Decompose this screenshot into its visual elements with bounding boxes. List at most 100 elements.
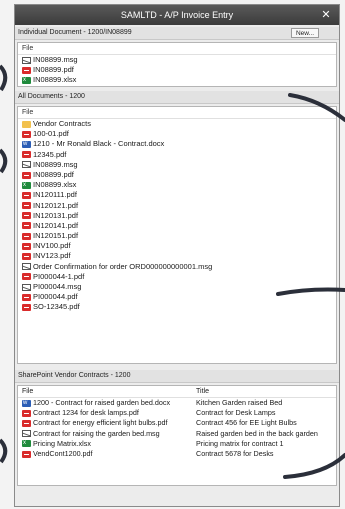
file-name: IN120151.pdf bbox=[33, 231, 79, 241]
title-bar[interactable]: SAMLTD - A/P Invoice Entry ✕ bbox=[15, 5, 339, 25]
pdf-file-icon bbox=[22, 450, 31, 458]
file-row[interactable]: PI000044-1.pdf bbox=[18, 272, 336, 282]
file-row[interactable]: IN08899.msg bbox=[18, 160, 336, 170]
file-name: IN120131.pdf bbox=[33, 210, 79, 220]
all-documents-title: All Documents - 1200 bbox=[18, 93, 85, 100]
sharepoint-title-cell: Pricing matrix for contract 1 bbox=[196, 438, 284, 448]
file-row[interactable]: IN08899.xlsx bbox=[18, 180, 336, 190]
xlsx-file-icon bbox=[22, 180, 31, 190]
file-row[interactable]: 100-01.pdf bbox=[18, 129, 336, 139]
file-row[interactable]: PI000044.pdf bbox=[18, 292, 336, 302]
all-documents-list: File Vendor Contracts100-01.pdf1210 - Mr… bbox=[17, 106, 337, 364]
sharepoint-rows: 1200 - Contract for raised garden bed.do… bbox=[18, 398, 336, 459]
file-row[interactable]: IN120141.pdf bbox=[18, 221, 336, 231]
sharepoint-title-cell: Contract for Desk Lamps bbox=[196, 408, 276, 418]
pdf-file-icon bbox=[22, 293, 31, 301]
file-name: IN08899.pdf bbox=[33, 169, 74, 179]
file-name: INV123.pdf bbox=[33, 251, 71, 261]
pdf-file-icon bbox=[22, 191, 31, 199]
file-name: SO-12345.pdf bbox=[33, 302, 80, 312]
sharepoint-title-column-header[interactable]: Title bbox=[196, 386, 209, 397]
xlsx-file-icon bbox=[22, 75, 31, 85]
file-name: INV100.pdf bbox=[33, 241, 71, 251]
sharepoint-title-cell: Raised garden bed in the back garden bbox=[196, 428, 318, 438]
pdf-file-icon bbox=[22, 303, 31, 311]
file-row[interactable]: IN120121.pdf bbox=[18, 201, 336, 211]
pdf-file-icon bbox=[22, 409, 31, 417]
file-name: IN08899.xlsx bbox=[33, 75, 77, 85]
all-documents-header: All Documents - 1200 bbox=[15, 91, 339, 104]
file-name: 100-01.pdf bbox=[33, 129, 69, 139]
file-row[interactable]: PI000044.msg bbox=[18, 282, 336, 292]
pdf-file-icon bbox=[22, 151, 31, 159]
pdf-file-icon bbox=[22, 242, 31, 250]
msg-file-icon bbox=[22, 56, 31, 64]
sharepoint-file-cell: Contract for raising the garden bed.msg bbox=[18, 429, 196, 439]
individual-document-title: Individual Document - 1200/IN08899 bbox=[18, 29, 132, 36]
xlsx-file-icon bbox=[22, 439, 31, 449]
sharepoint-title: SharePoint Vendor Contracts - 1200 bbox=[18, 372, 131, 379]
sharepoint-file-cell: VendCont1200.pdf bbox=[18, 449, 196, 459]
file-name: Order Confirmation for order ORD00000000… bbox=[33, 261, 213, 271]
file-name: Vendor Contracts bbox=[33, 119, 91, 128]
file-row[interactable]: INV123.pdf bbox=[18, 251, 336, 261]
file-name: Contract for raising the garden bed.msg bbox=[33, 428, 160, 438]
pdf-file-icon bbox=[22, 66, 31, 74]
file-row[interactable]: IN08899.pdf bbox=[18, 170, 336, 180]
msg-file-icon bbox=[22, 263, 31, 271]
folder-file-icon bbox=[22, 120, 31, 128]
all-documents-rows: Vendor Contracts100-01.pdf1210 - Mr Rona… bbox=[18, 119, 336, 313]
new-button[interactable]: New... bbox=[291, 28, 319, 38]
file-name: Contract 1234 for desk lamps.pdf bbox=[33, 408, 139, 418]
pdf-file-icon bbox=[22, 130, 31, 138]
sharepoint-list: File Title 1200 - Contract for raised ga… bbox=[17, 385, 337, 486]
close-icon[interactable]: ✕ bbox=[319, 8, 333, 22]
file-name: IN08899.msg bbox=[33, 159, 78, 169]
msg-file-icon bbox=[22, 430, 31, 438]
individual-file-column-header[interactable]: File bbox=[18, 43, 336, 55]
sharepoint-title-cell: Contract 5678 for Desks bbox=[196, 448, 274, 458]
individual-document-list: File IN08899.msgIN08899.pdfIN08899.xlsx bbox=[17, 42, 337, 87]
msg-file-icon bbox=[22, 161, 31, 169]
left-arrow-mark-1 bbox=[0, 64, 8, 92]
sharepoint-row[interactable]: Pricing Matrix.xlsx Pricing matrix for co… bbox=[18, 439, 336, 449]
file-row[interactable]: IN08899.xlsx bbox=[18, 75, 336, 85]
sharepoint-row[interactable]: 1200 - Contract for raised garden bed.do… bbox=[18, 398, 336, 408]
file-row[interactable]: 1210 - Mr Ronald Black - Contract.docx bbox=[18, 139, 336, 149]
sharepoint-header: SharePoint Vendor Contracts - 1200 bbox=[15, 370, 339, 383]
sharepoint-title-cell: Contract 456 for EE Light Bulbs bbox=[196, 418, 297, 428]
file-name: Pricing Matrix.xlsx bbox=[33, 438, 91, 448]
pdf-file-icon bbox=[22, 419, 31, 427]
sharepoint-file-cell: 1200 - Contract for raised garden bed.do… bbox=[18, 398, 196, 408]
pdf-file-icon bbox=[22, 253, 31, 261]
docx-file-icon bbox=[22, 398, 31, 408]
file-row[interactable]: Vendor Contracts bbox=[18, 119, 336, 129]
file-row[interactable]: SO-12345.pdf bbox=[18, 302, 336, 312]
file-name: 1210 - Mr Ronald Black - Contract.docx bbox=[33, 139, 165, 149]
file-row[interactable]: IN120131.pdf bbox=[18, 211, 336, 221]
sharepoint-row[interactable]: Contract 1234 for desk lamps.pdf Contract… bbox=[18, 408, 336, 418]
file-row[interactable]: 12345.pdf bbox=[18, 150, 336, 160]
file-row[interactable]: IN120151.pdf bbox=[18, 231, 336, 241]
file-row[interactable]: IN08899.pdf bbox=[18, 65, 336, 75]
pdf-file-icon bbox=[22, 171, 31, 179]
file-row[interactable]: IN08899.msg bbox=[18, 55, 336, 65]
sharepoint-title-cell: Kitchen Garden raised Bed bbox=[196, 398, 283, 407]
file-name: IN08899.msg bbox=[33, 55, 78, 64]
sharepoint-file-cell: Contract for energy efficient light bulb… bbox=[18, 418, 196, 428]
sharepoint-row[interactable]: VendCont1200.pdf Contract 5678 for Desks bbox=[18, 449, 336, 459]
sharepoint-row[interactable]: Contract for raising the garden bed.msg R… bbox=[18, 429, 336, 439]
file-name: PI000044.msg bbox=[33, 282, 82, 291]
file-name: 1200 - Contract for raised garden bed.do… bbox=[33, 398, 171, 407]
all-documents-file-column-header[interactable]: File bbox=[18, 107, 336, 119]
file-row[interactable]: Order Confirmation for order ORD00000000… bbox=[18, 262, 336, 272]
individual-file-rows: IN08899.msgIN08899.pdfIN08899.xlsx bbox=[18, 55, 336, 86]
file-name: PI000044-1.pdf bbox=[33, 271, 85, 281]
file-row[interactable]: INV100.pdf bbox=[18, 241, 336, 251]
file-row[interactable]: IN120111.pdf bbox=[18, 190, 336, 200]
sharepoint-file-cell: Pricing Matrix.xlsx bbox=[18, 439, 196, 449]
sharepoint-file-column-header[interactable]: File bbox=[18, 386, 196, 397]
pdf-file-icon bbox=[22, 232, 31, 240]
file-name: 12345.pdf bbox=[33, 149, 67, 159]
sharepoint-row[interactable]: Contract for energy efficient light bulb… bbox=[18, 418, 336, 428]
